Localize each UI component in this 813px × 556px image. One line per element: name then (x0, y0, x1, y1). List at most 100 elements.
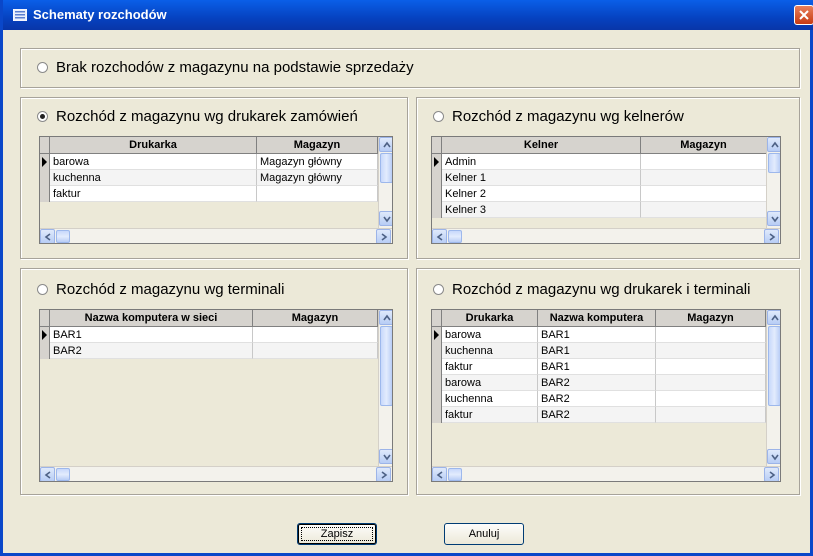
scroll-right-button[interactable] (764, 229, 779, 243)
table-row[interactable]: Kelner 2 (432, 186, 767, 202)
table-cell[interactable]: kuchenna (442, 343, 538, 359)
radio-terminals-circle[interactable] (37, 284, 48, 295)
table-row[interactable]: barowa BAR1 (432, 327, 766, 343)
scroll-down-button[interactable] (379, 449, 392, 464)
table-cell[interactable] (253, 343, 378, 359)
waiters-grid[interactable]: Kelner Magazyn Admin Kelner 1 Kelner 2 K… (431, 136, 781, 244)
printers-terminals-horizontal-scrollbar[interactable] (432, 466, 780, 481)
table-cell[interactable] (656, 327, 766, 343)
column-header[interactable]: Nazwa komputera (538, 310, 656, 326)
table-cell[interactable] (656, 407, 766, 423)
scroll-right-button[interactable] (376, 229, 391, 243)
column-header[interactable]: Kelner (442, 137, 641, 153)
table-cell[interactable]: BAR2 (538, 407, 656, 423)
scroll-thumb[interactable] (448, 230, 462, 243)
printers-horizontal-scrollbar[interactable] (40, 228, 392, 243)
table-row[interactable]: Kelner 3 (432, 202, 767, 218)
close-button[interactable] (794, 5, 813, 25)
radio-waiters-circle[interactable] (433, 111, 444, 122)
table-row[interactable]: barowa BAR2 (432, 375, 766, 391)
radio-printers-circle[interactable] (37, 111, 48, 122)
table-row[interactable]: BAR1 (40, 327, 378, 343)
table-cell[interactable]: Kelner 2 (442, 186, 641, 202)
table-cell[interactable] (641, 170, 767, 186)
table-cell[interactable]: BAR2 (538, 375, 656, 391)
printers-vertical-scrollbar[interactable] (378, 137, 392, 228)
table-cell[interactable]: faktur (442, 359, 538, 375)
scroll-thumb[interactable] (380, 326, 392, 406)
table-row[interactable]: faktur BAR2 (432, 407, 766, 423)
radio-no-issue-circle[interactable] (37, 62, 48, 73)
table-cell[interactable]: BAR2 (538, 391, 656, 407)
table-cell[interactable] (257, 186, 378, 202)
scroll-thumb[interactable] (56, 230, 70, 243)
scroll-thumb[interactable] (380, 153, 392, 183)
scroll-down-button[interactable] (767, 211, 780, 226)
table-cell[interactable] (253, 327, 378, 343)
table-cell[interactable] (641, 186, 767, 202)
printers-terminals-vertical-scrollbar[interactable] (766, 310, 780, 466)
table-cell[interactable]: BAR1 (538, 343, 656, 359)
scroll-left-button[interactable] (432, 229, 447, 243)
table-cell[interactable] (656, 375, 766, 391)
table-cell[interactable]: BAR1 (50, 327, 253, 343)
table-cell[interactable] (641, 154, 767, 170)
table-row[interactable]: Kelner 1 (432, 170, 767, 186)
terminals-horizontal-scrollbar[interactable] (40, 466, 392, 481)
table-cell[interactable] (656, 391, 766, 407)
table-cell[interactable] (656, 343, 766, 359)
table-cell[interactable]: Admin (442, 154, 641, 170)
column-header[interactable]: Magazyn (257, 137, 378, 153)
table-cell[interactable]: barowa (442, 327, 538, 343)
scroll-left-button[interactable] (40, 467, 55, 481)
table-cell[interactable]: Kelner 1 (442, 170, 641, 186)
table-cell[interactable]: faktur (50, 186, 257, 202)
table-cell[interactable]: barowa (442, 375, 538, 391)
radio-waiters[interactable]: Rozchód z magazynu wg kelnerów (433, 108, 684, 125)
cancel-button[interactable]: Anuluj (444, 523, 524, 545)
scroll-right-button[interactable] (376, 467, 391, 481)
scroll-thumb[interactable] (768, 326, 780, 406)
scroll-thumb[interactable] (448, 468, 462, 481)
scroll-left-button[interactable] (432, 467, 447, 481)
table-row[interactable]: barowa Magazyn główny (40, 154, 378, 170)
table-cell[interactable]: Magazyn główny (257, 154, 378, 170)
scroll-down-button[interactable] (379, 211, 392, 226)
table-cell[interactable]: kuchenna (442, 391, 538, 407)
table-cell[interactable]: BAR2 (50, 343, 253, 359)
table-row[interactable]: faktur BAR1 (432, 359, 766, 375)
terminals-vertical-scrollbar[interactable] (378, 310, 392, 466)
column-header[interactable]: Drukarka (50, 137, 257, 153)
radio-printers[interactable]: Rozchód z magazynu wg drukarek zamówień (37, 108, 358, 125)
scroll-up-button[interactable] (379, 310, 392, 325)
table-cell[interactable] (641, 202, 767, 218)
table-cell[interactable]: barowa (50, 154, 257, 170)
waiters-vertical-scrollbar[interactable] (766, 137, 780, 228)
printers-grid[interactable]: Drukarka Magazyn barowa Magazyn główny k… (39, 136, 393, 244)
table-cell[interactable]: kuchenna (50, 170, 257, 186)
scroll-up-button[interactable] (767, 137, 780, 152)
table-cell[interactable]: Kelner 3 (442, 202, 641, 218)
scroll-thumb[interactable] (56, 468, 70, 481)
scroll-thumb[interactable] (768, 153, 780, 173)
radio-printers-terminals[interactable]: Rozchód z magazynu wg drukarek i termina… (433, 281, 750, 298)
column-header[interactable]: Drukarka (442, 310, 538, 326)
table-cell[interactable]: BAR1 (538, 327, 656, 343)
scroll-up-button[interactable] (767, 310, 780, 325)
terminals-grid[interactable]: Nazwa komputera w sieci Magazyn BAR1 BAR… (39, 309, 393, 482)
column-header[interactable]: Nazwa komputera w sieci (50, 310, 253, 326)
table-cell[interactable]: Magazyn główny (257, 170, 378, 186)
table-row[interactable]: Admin (432, 154, 767, 170)
table-row[interactable]: kuchenna Magazyn główny (40, 170, 378, 186)
scroll-up-button[interactable] (379, 137, 392, 152)
radio-printers-terminals-circle[interactable] (433, 284, 444, 295)
radio-no-issue[interactable]: Brak rozchodów z magazynu na podstawie s… (37, 59, 414, 76)
column-header[interactable]: Magazyn (641, 137, 767, 153)
table-cell[interactable]: BAR1 (538, 359, 656, 375)
table-row[interactable]: kuchenna BAR2 (432, 391, 766, 407)
table-cell[interactable] (656, 359, 766, 375)
column-header[interactable]: Magazyn (656, 310, 766, 326)
scroll-left-button[interactable] (40, 229, 55, 243)
table-row[interactable]: kuchenna BAR1 (432, 343, 766, 359)
waiters-horizontal-scrollbar[interactable] (432, 228, 780, 243)
